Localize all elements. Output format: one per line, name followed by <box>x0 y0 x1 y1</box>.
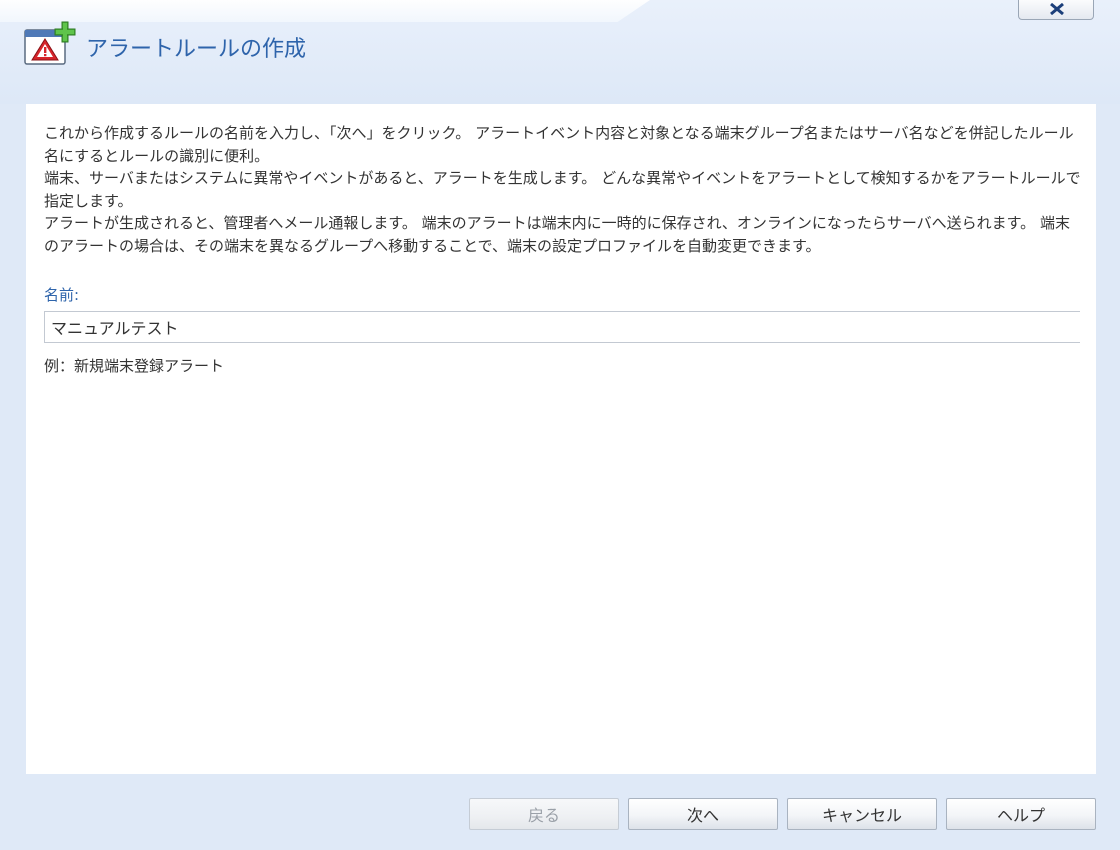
name-label: 名前: <box>44 286 80 304</box>
header-sheen <box>0 0 650 22</box>
alert-rule-add-icon <box>24 20 76 68</box>
dialog-header: アラートルールの作成 <box>0 0 1120 104</box>
name-example: 例：新規端末登録アラート <box>44 357 225 375</box>
description-paragraph: アラートが生成されると、管理者へメール通報します。 端末のアラートは端末内に一時… <box>44 214 1070 255</box>
description-paragraph: これから作成するルールの名前を入力し、「次へ」をクリック。 アラートイベント内容… <box>44 124 1074 165</box>
close-button[interactable] <box>1018 0 1094 20</box>
back-button[interactable]: 戻る <box>469 798 619 830</box>
name-input[interactable] <box>44 311 1080 343</box>
content-panel: これから作成するルールの名前を入力し、「次へ」をクリック。 アラートイベント内容… <box>26 104 1096 774</box>
cancel-button[interactable]: キャンセル <box>787 798 937 830</box>
description: これから作成するルールの名前を入力し、「次へ」をクリック。 アラートイベント内容… <box>44 122 1084 258</box>
description-paragraph: 端末、サーバまたはシステムに異常やイベントがあると、アラートを生成します。 どん… <box>44 169 1081 210</box>
dialog-title: アラートルールの作成 <box>86 37 307 62</box>
close-icon <box>1050 3 1064 15</box>
next-button[interactable]: 次へ <box>628 798 778 830</box>
help-button[interactable]: ヘルプ <box>946 798 1096 830</box>
